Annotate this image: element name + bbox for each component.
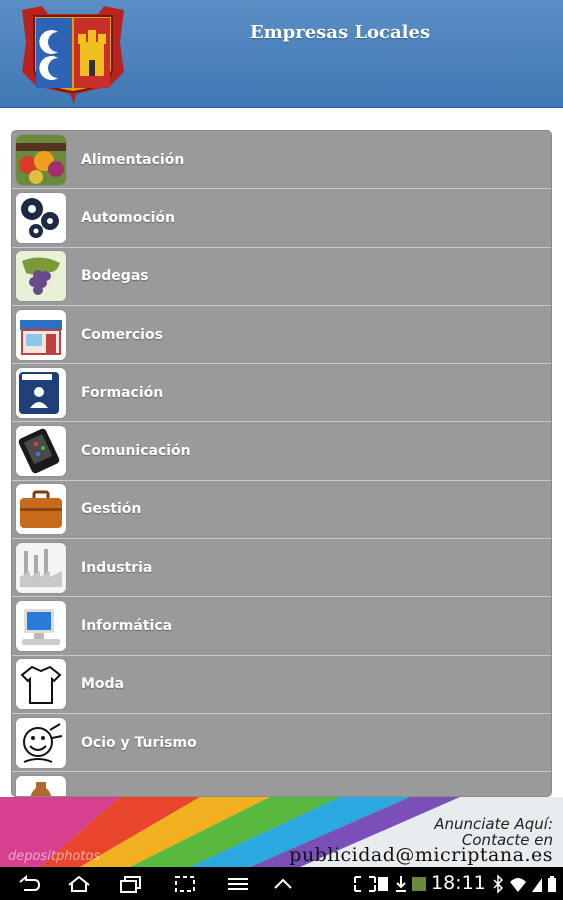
list-item-label: Ocio y Turismo <box>81 734 197 751</box>
recent-apps-icon[interactable] <box>118 874 144 894</box>
grapes-icon <box>16 251 66 302</box>
status-clock: 18:11 <box>431 872 486 894</box>
list-item-comercios[interactable]: Comercios <box>12 306 551 365</box>
training-icon <box>16 367 66 418</box>
ad-email: publicidad@micriptana.es <box>289 844 553 866</box>
battery-icon <box>548 876 556 892</box>
list-item-label: Automoción <box>81 209 176 226</box>
list-item-moda[interactable]: Moda <box>12 656 551 714</box>
screenshot-icon[interactable] <box>172 874 198 894</box>
system-nav-bar: 18:11 <box>0 867 563 900</box>
list-item-alimentacion[interactable]: Alimentación <box>12 131 551 190</box>
list-item-label: Industria <box>81 559 153 576</box>
list-item-ocio-turismo[interactable]: Ocio y Turismo <box>12 714 551 773</box>
briefcase-icon <box>16 484 66 535</box>
list-item-label: Moda <box>81 676 125 693</box>
storefront-icon <box>16 309 66 360</box>
list-item-formacion[interactable]: Formación <box>12 364 551 423</box>
ad-watermark: depositphotos <box>8 849 101 864</box>
list-item-label: Comercios <box>81 326 163 343</box>
computer-icon <box>16 601 66 652</box>
gears-icon <box>16 192 66 243</box>
gallery-icon <box>412 877 426 891</box>
list-item-informatica[interactable]: Informática <box>12 597 551 656</box>
back-icon[interactable] <box>16 874 42 894</box>
chevron-up-icon[interactable] <box>270 874 296 894</box>
home-icon[interactable] <box>66 874 92 894</box>
list-item-gestion[interactable]: Gestión <box>12 481 551 540</box>
list-item-label: Informática <box>81 618 173 635</box>
shirt-icon <box>16 659 66 710</box>
category-list[interactable]: Alimentación Automoción Bodegas Comercio… <box>11 130 552 797</box>
list-item-label: Comunicación <box>81 443 191 460</box>
list-item-label: Bodegas <box>81 268 149 285</box>
coat-of-arms-logo <box>22 6 124 104</box>
list-item-label: Formación <box>81 384 164 401</box>
list-item-comunicacion[interactable]: Comunicación <box>12 422 551 481</box>
menu-icon[interactable] <box>225 874 251 894</box>
document-icon <box>378 877 388 891</box>
jug-icon <box>16 775 66 796</box>
download-icon <box>396 876 406 892</box>
leisure-icon <box>16 717 66 768</box>
list-item-automocion[interactable]: Automoción <box>12 189 551 248</box>
list-item-partial[interactable] <box>12 772 551 796</box>
list-item-bodegas[interactable]: Bodegas <box>12 248 551 306</box>
list-item-label: Gestión <box>81 501 142 518</box>
app-header: Empresas Locales <box>0 0 563 108</box>
signal-icon <box>532 878 542 892</box>
wifi-icon <box>510 878 526 892</box>
list-item-label: Alimentación <box>81 151 185 168</box>
phone-icon <box>16 426 66 477</box>
page-title: Empresas Locales <box>249 22 431 43</box>
advertisement-banner[interactable]: depositphotos Anunciate Aquí: Contacte e… <box>0 797 563 867</box>
bluetooth-icon <box>493 874 504 894</box>
food-icon <box>16 134 66 185</box>
expand-icon <box>354 876 376 892</box>
list-item-industria[interactable]: Industria <box>12 539 551 598</box>
factory-icon <box>16 542 66 593</box>
